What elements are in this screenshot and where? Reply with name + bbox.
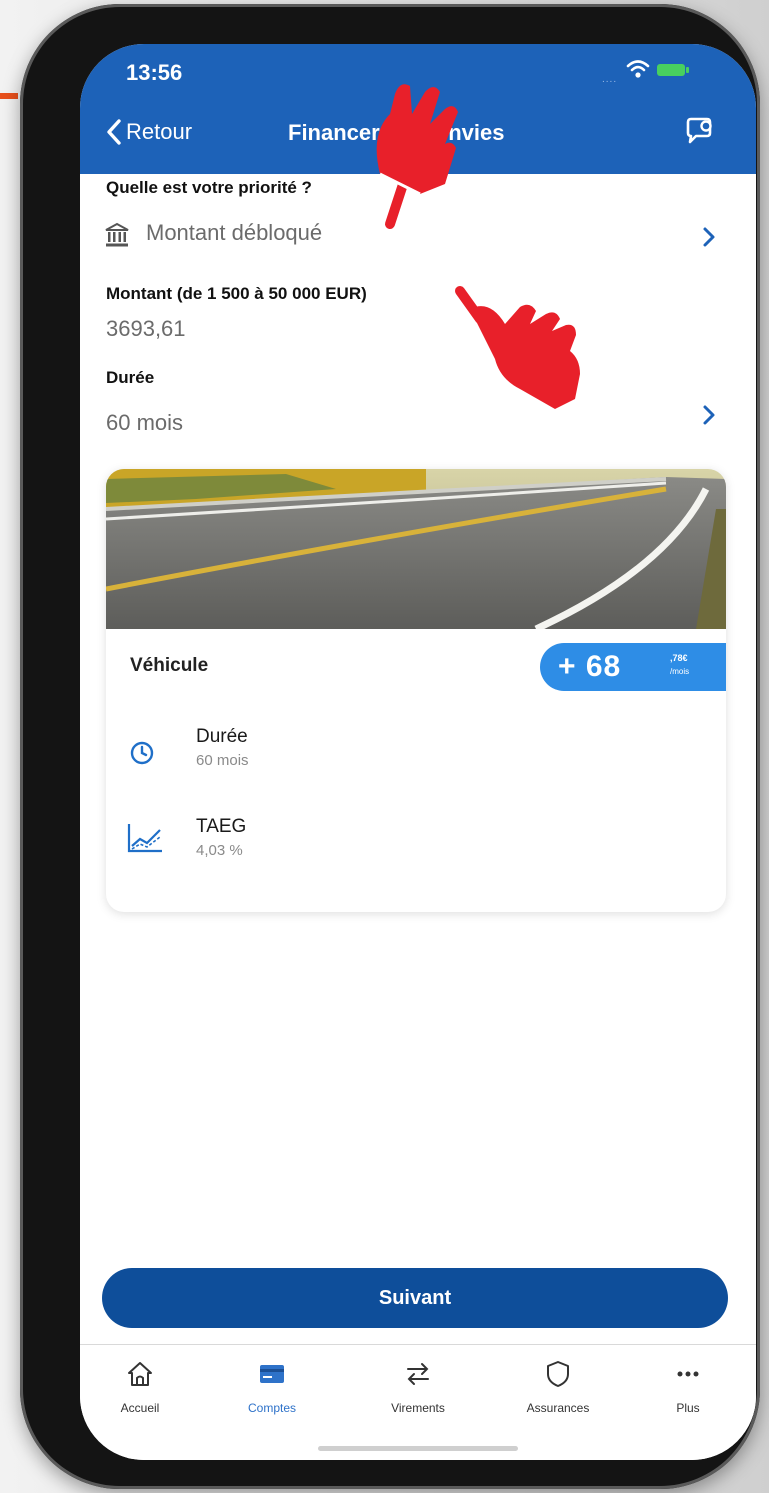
signal-dots: .... bbox=[602, 74, 618, 85]
phone-frame: 13:56 .... Retour Financer mes envies bbox=[20, 4, 760, 1489]
tab-label: Accueil bbox=[120, 1401, 160, 1415]
tab-label: Plus bbox=[676, 1401, 700, 1415]
detail-taeg-label: TAEG bbox=[196, 816, 247, 837]
priority-label: Quelle est votre priorité ? bbox=[106, 178, 312, 197]
detail-duration-value: 60 mois bbox=[196, 752, 249, 769]
amount-input[interactable]: 3693,61 bbox=[106, 316, 186, 342]
pointing-hand-icon bbox=[376, 84, 458, 229]
shield-icon bbox=[547, 1361, 569, 1387]
pointing-hand-icon bbox=[455, 286, 580, 409]
tab-bar: Accueil Comptes Virements Assurances Plu… bbox=[80, 1344, 756, 1460]
more-icon bbox=[677, 1371, 699, 1377]
monthly-amount: + 68 bbox=[558, 650, 622, 683]
tab-comptes[interactable]: Comptes bbox=[212, 1359, 332, 1415]
tab-label: Assurances bbox=[526, 1401, 590, 1415]
app-screen: 13:56 .... Retour Financer mes envies bbox=[80, 44, 756, 1460]
duration-label: Durée bbox=[106, 368, 155, 387]
chevron-left-icon bbox=[107, 119, 121, 145]
tab-accueil[interactable]: Accueil bbox=[80, 1359, 200, 1415]
amount-label: Montant (de 1 500 à 50 000 EUR) bbox=[106, 284, 367, 303]
chart-icon bbox=[127, 824, 162, 853]
offer-card[interactable]: Véhicule + 68 ,78€ /mois Durée 60 mois T… bbox=[106, 469, 726, 912]
chevron-right-icon bbox=[703, 405, 715, 425]
road-image bbox=[106, 469, 726, 629]
duration-row[interactable]: Durée 60 mois bbox=[80, 362, 756, 452]
tab-plus[interactable]: Plus bbox=[628, 1359, 748, 1415]
monthly-cents: ,78€ bbox=[670, 653, 688, 663]
card-icon bbox=[260, 1365, 284, 1383]
back-label: Retour bbox=[126, 119, 193, 144]
annotation-orange-mark bbox=[0, 93, 18, 99]
home-icon bbox=[128, 1362, 152, 1386]
monthly-payment-badge: + 68 ,78€ /mois bbox=[540, 643, 726, 691]
transfer-icon bbox=[407, 1363, 429, 1385]
bank-icon bbox=[105, 222, 129, 247]
monthly-unit: /mois bbox=[670, 667, 690, 676]
chevron-right-icon bbox=[703, 227, 715, 247]
tab-assurances[interactable]: Assurances bbox=[498, 1359, 618, 1415]
next-button[interactable]: Suivant bbox=[102, 1268, 728, 1328]
card-title: Véhicule bbox=[130, 655, 209, 676]
priority-value: Montant débloqué bbox=[146, 220, 323, 245]
duration-value: 60 mois bbox=[106, 410, 184, 435]
detail-duration-label: Durée bbox=[196, 726, 248, 747]
tab-label: Virements bbox=[391, 1401, 445, 1415]
tab-label: Comptes bbox=[247, 1401, 297, 1415]
detail-taeg-value: 4,03 % bbox=[196, 842, 243, 859]
status-time: 13:56 bbox=[126, 60, 183, 85]
battery-icon bbox=[657, 64, 689, 76]
tab-virements[interactable]: Virements bbox=[358, 1359, 478, 1415]
back-button[interactable]: Retour bbox=[104, 118, 192, 146]
chat-bubble-icon[interactable] bbox=[682, 114, 716, 148]
home-indicator bbox=[318, 1446, 518, 1451]
wifi-icon bbox=[626, 60, 650, 78]
clock-icon bbox=[130, 741, 154, 765]
